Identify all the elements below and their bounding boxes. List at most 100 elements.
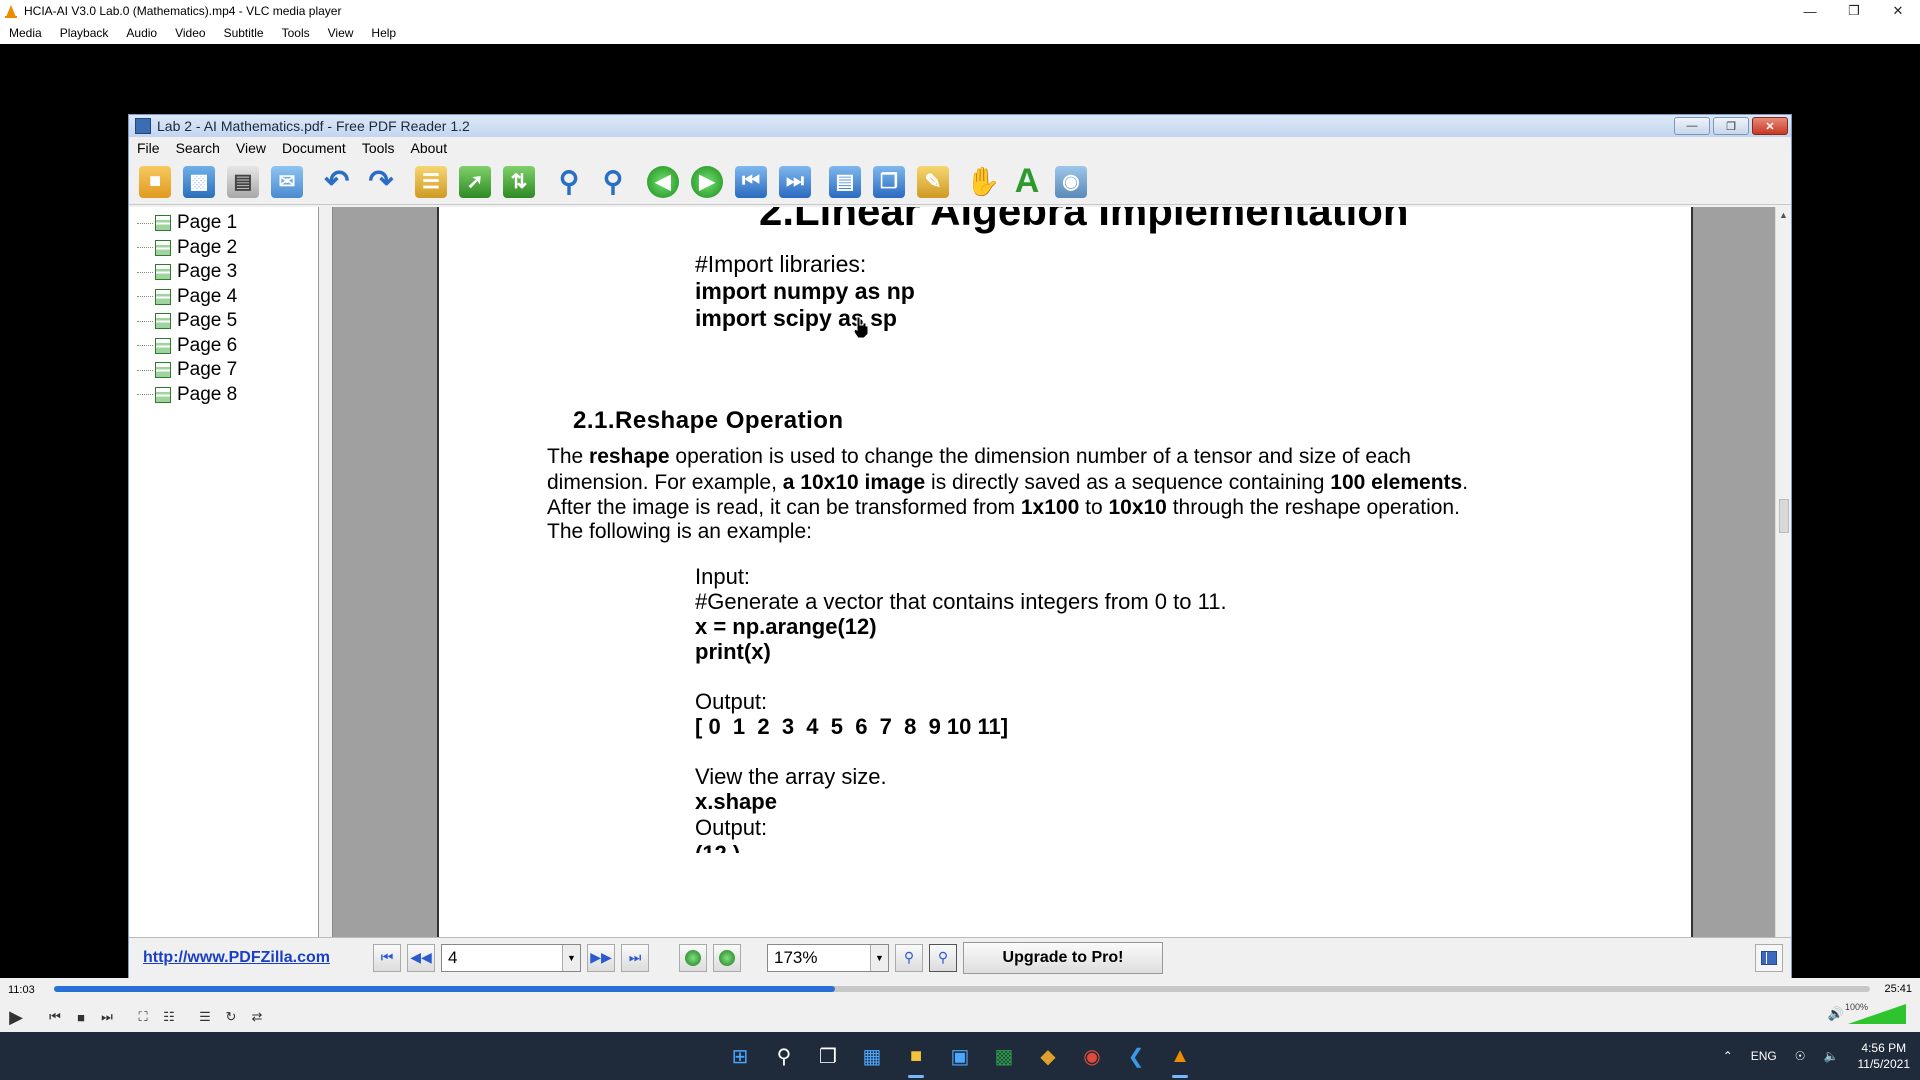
print-button[interactable]: ▤ xyxy=(221,162,265,202)
outline-item-page-7[interactable]: Page 7 xyxy=(129,358,318,383)
search-icon[interactable]: ⚲ xyxy=(768,1040,800,1072)
menu-subtitle[interactable]: Subtitle xyxy=(215,26,273,40)
minimize-button[interactable]: — xyxy=(1788,0,1832,22)
previous-button[interactable]: ◀ xyxy=(641,162,685,202)
network-icon[interactable]: ☉ xyxy=(1786,1049,1815,1063)
zoom-tool-active-button[interactable]: ⚲ xyxy=(929,943,957,972)
back-icon xyxy=(685,949,701,966)
save-button[interactable]: ▩ xyxy=(177,162,221,202)
video-area[interactable]: Lab 2 - AI Mathematics.pdf - Free PDF Re… xyxy=(0,44,1920,998)
store-icon[interactable]: ▣ xyxy=(944,1040,976,1072)
redo-button[interactable]: ↷ xyxy=(359,162,403,202)
undo-button[interactable]: ↶ xyxy=(315,162,359,202)
prev-page-nav-button[interactable]: ◀◀ xyxy=(407,943,435,972)
first-page-button[interactable]: ⏮ xyxy=(729,162,773,202)
clock[interactable]: 4:56 PM 11/5/2021 xyxy=(1848,1040,1920,1072)
text-select-button[interactable]: A xyxy=(1005,162,1049,202)
pdf-menu-document[interactable]: Document xyxy=(274,140,354,156)
scroll-up-arrow[interactable]: ▲ xyxy=(1776,207,1791,223)
pdfzilla-link[interactable]: http://www.PDFZilla.com xyxy=(143,949,367,967)
next-button[interactable]: ▶ xyxy=(685,162,729,202)
first-page-nav-button[interactable]: ⏮ xyxy=(373,943,401,972)
restore-button[interactable]: ❐ xyxy=(1832,0,1876,22)
previous-media-button[interactable]: ⏮ xyxy=(42,1005,68,1029)
next-page-nav-button[interactable]: ▶▶ xyxy=(587,943,615,972)
next-media-button[interactable]: ⏭ xyxy=(94,1005,120,1029)
go-forward-button[interactable] xyxy=(713,943,741,972)
note-button[interactable]: ✎ xyxy=(911,162,955,202)
convert-button[interactable]: ⇅ xyxy=(497,162,541,202)
menu-tools[interactable]: Tools xyxy=(273,26,319,40)
last-page-nav-button[interactable]: ⏭ xyxy=(621,943,649,972)
menu-video[interactable]: Video xyxy=(166,26,214,40)
email-button[interactable]: ✉ xyxy=(265,162,309,202)
chrome-icon[interactable]: ◉ xyxy=(1076,1040,1108,1072)
outline-item-page-3[interactable]: Page 3 xyxy=(129,260,318,285)
extended-settings-button[interactable]: ☷ xyxy=(156,1005,182,1029)
speaker-icon[interactable]: 🔊 xyxy=(1828,1006,1844,1022)
chevron-down-icon[interactable]: ▼ xyxy=(870,944,888,971)
play-button[interactable]: ▶ xyxy=(0,1005,32,1029)
zoom-combo[interactable]: 173% ▼ xyxy=(767,943,889,972)
zoom-tool-button[interactable]: ⚲ xyxy=(895,943,923,972)
pdf-menu-tools[interactable]: Tools xyxy=(354,140,403,156)
menu-media[interactable]: Media xyxy=(0,26,51,40)
vertical-scrollbar[interactable]: ▲ xyxy=(1775,207,1791,937)
go-back-button[interactable] xyxy=(679,943,707,972)
widgets-icon[interactable]: ▦ xyxy=(856,1040,888,1072)
outline-item-page-5[interactable]: Page 5 xyxy=(129,309,318,334)
pdf-minimize-button[interactable]: — xyxy=(1674,117,1710,135)
zoom-in-button[interactable]: ⚲ xyxy=(547,162,591,202)
page-number-combo[interactable]: 4 ▼ xyxy=(441,943,581,972)
export-button[interactable]: ➚ xyxy=(453,162,497,202)
menu-audio[interactable]: Audio xyxy=(117,26,166,40)
snapshot-button[interactable]: ◉ xyxy=(1049,162,1093,202)
outline-item-page-8[interactable]: Page 8 xyxy=(129,383,318,408)
panel-splitter[interactable] xyxy=(319,207,333,937)
vscode-icon[interactable]: ❮ xyxy=(1120,1040,1152,1072)
pdf-title-bar: Lab 2 - AI Mathematics.pdf - Free PDF Re… xyxy=(129,115,1791,137)
scroll-thumb[interactable] xyxy=(1779,499,1789,533)
last-page-button[interactable]: ⏭ xyxy=(773,162,817,202)
outline-item-page-1[interactable]: Page 1 xyxy=(129,211,318,236)
upgrade-button[interactable]: Upgrade to Pro! xyxy=(963,941,1163,974)
loop-button[interactable]: ↻ xyxy=(218,1005,244,1029)
excel-icon[interactable]: ▩ xyxy=(988,1040,1020,1072)
pdf-menu-search[interactable]: Search xyxy=(168,140,228,156)
menu-view[interactable]: View xyxy=(319,26,363,40)
document-button[interactable]: ☰ xyxy=(409,162,453,202)
pdf-menu-view[interactable]: View xyxy=(228,140,274,156)
stop-button[interactable]: ■ xyxy=(68,1005,94,1029)
app-icon[interactable]: ◆ xyxy=(1032,1040,1064,1072)
outline-item-page-2[interactable]: Page 2 xyxy=(129,236,318,261)
pdf-menu-file[interactable]: File xyxy=(129,140,168,156)
pdf-restore-button[interactable]: ❐ xyxy=(1713,117,1749,135)
hand-tool-button[interactable]: ✋ xyxy=(961,162,1005,202)
outline-item-page-6[interactable]: Page 6 xyxy=(129,334,318,359)
pdf-menu-about[interactable]: About xyxy=(403,140,456,156)
pdf-close-button[interactable]: ✕ xyxy=(1752,117,1788,135)
start-icon[interactable]: ⊞ xyxy=(724,1040,756,1072)
fullscreen-button[interactable]: ⛶ xyxy=(130,1005,156,1029)
playlist-button[interactable]: ☰ xyxy=(192,1005,218,1029)
multi-page-button[interactable]: ❐ xyxy=(867,162,911,202)
shuffle-button[interactable]: ⇄ xyxy=(244,1005,270,1029)
volume-control[interactable]: 🔊 100% xyxy=(1828,1002,1906,1024)
open-button[interactable]: ■ xyxy=(133,162,177,202)
chevron-up-icon[interactable]: ⌃ xyxy=(1714,1049,1742,1063)
language-indicator[interactable]: ENG xyxy=(1742,1049,1786,1063)
chevron-down-icon[interactable]: ▼ xyxy=(562,944,580,971)
zoom-out-button[interactable]: ⚲ xyxy=(591,162,635,202)
menu-help[interactable]: Help xyxy=(362,26,405,40)
task-view-icon[interactable]: ❐ xyxy=(812,1040,844,1072)
single-page-button[interactable]: ▤ xyxy=(823,162,867,202)
seek-bar[interactable] xyxy=(54,986,1870,992)
layout-button[interactable] xyxy=(1755,943,1783,972)
menu-playback[interactable]: Playback xyxy=(51,26,118,40)
outline-item-page-4[interactable]: Page 4 xyxy=(129,285,318,310)
file-explorer-icon[interactable]: ■ xyxy=(900,1040,932,1078)
volume-icon[interactable]: 🔈 xyxy=(1815,1049,1848,1063)
close-button[interactable]: ✕ xyxy=(1876,0,1920,22)
document-view[interactable]: 2.Linear Algebra Implementation #Import … xyxy=(333,207,1791,937)
vlc-icon[interactable]: ▲ xyxy=(1164,1040,1196,1078)
